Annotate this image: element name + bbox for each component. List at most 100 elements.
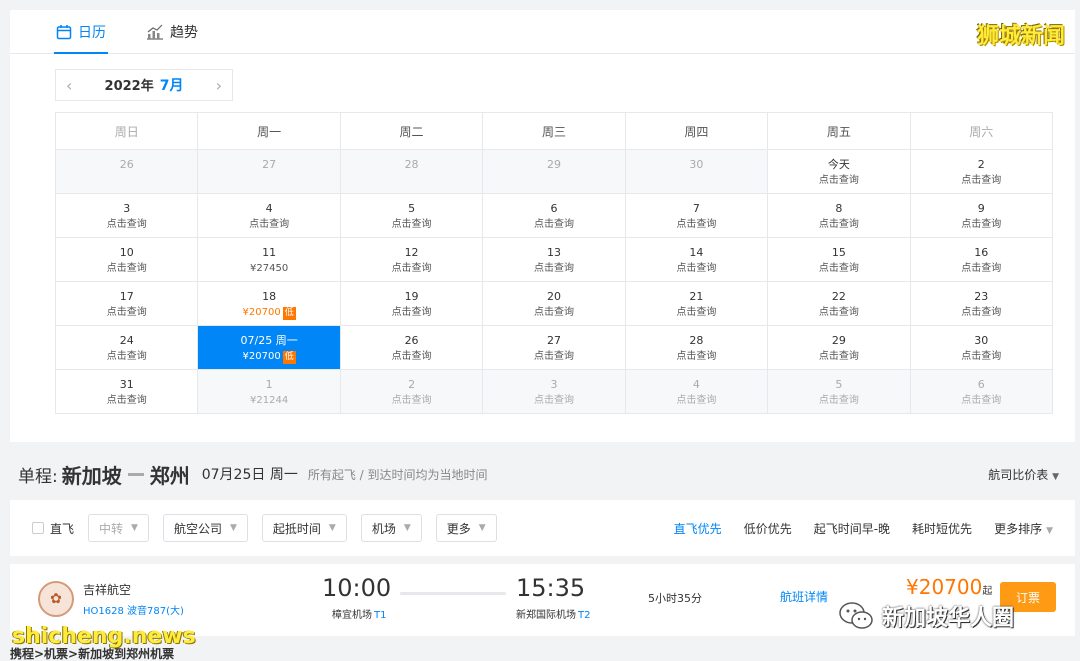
calendar-day[interactable]: 28	[340, 150, 484, 194]
calendar-day[interactable]: 21 点击查询	[625, 282, 769, 326]
calendar-day[interactable]: 28 点击查询	[625, 326, 769, 370]
calendar-day[interactable]: 11 ¥27450	[198, 238, 341, 282]
time-filter-dropdown[interactable]: 起抵时间 ▼	[261, 514, 347, 542]
prev-month-button[interactable]: ‹	[66, 76, 72, 95]
calendar-day[interactable]: 12 点击查询	[340, 238, 484, 282]
day-price-or-hint: 点击查询	[911, 217, 1052, 233]
wechat-icon	[839, 602, 873, 629]
airline-filter-label: 航空公司	[173, 521, 222, 536]
calendar-day[interactable]: 19 点击查询	[340, 282, 484, 326]
calendar-day[interactable]: 29 点击查询	[768, 326, 911, 370]
day-number: 28	[689, 334, 704, 347]
day-number: 6	[977, 378, 985, 391]
day-sub-text: 点击查询	[961, 219, 1002, 230]
calendar-day[interactable]: 今天 点击查询	[768, 150, 911, 194]
day-price-or-hint: 点击查询	[56, 305, 197, 321]
sort-shortest-duration[interactable]: 耗时短优先	[912, 520, 972, 537]
route-dash	[127, 472, 144, 476]
calendar-day[interactable]: 27	[198, 150, 341, 194]
flight-route-line	[400, 592, 506, 595]
calendar-day[interactable]: 3 点击查询	[483, 370, 626, 414]
day-sub-text: 点击查询	[533, 263, 574, 274]
calendar-day[interactable]: 26 点击查询	[340, 326, 484, 370]
watermark-group-text: 新加坡华人圈	[882, 606, 1015, 631]
calendar-day[interactable]: 5 点击查询	[768, 370, 911, 414]
trend-chart-icon	[147, 24, 163, 40]
calendar-day[interactable]: 23 点击查询	[910, 282, 1053, 326]
calendar-day[interactable]: 6 点击查询	[910, 370, 1053, 414]
calendar-day[interactable]: 29	[483, 150, 626, 194]
calendar-day[interactable]: 31 点击查询	[56, 370, 199, 414]
day-price-or-hint: 点击查询	[341, 217, 482, 233]
calendar-day[interactable]: 7 点击查询	[625, 194, 769, 238]
calendar-day-selected[interactable]: 07/25 周一 ¥20700 低	[198, 326, 341, 370]
day-price-or-hint: 点击查询	[911, 261, 1052, 277]
chevron-down-icon: ▼	[1046, 525, 1053, 536]
day-price-or-hint: 点击查询	[56, 349, 197, 365]
calendar-day[interactable]: 1 ¥21244	[198, 370, 341, 414]
calendar-day[interactable]: 20 点击查询	[483, 282, 626, 326]
day-number: 18	[262, 290, 277, 303]
chevron-down-icon: ▼	[328, 523, 336, 533]
day-number: 29	[546, 158, 561, 171]
more-sort-label: 更多排序	[994, 521, 1043, 536]
calendar-day[interactable]: 8 点击查询	[768, 194, 911, 238]
day-price-or-hint: 点击查询	[56, 261, 197, 277]
calendar-day[interactable]: 17 点击查询	[56, 282, 199, 326]
calendar-day[interactable]: 4 点击查询	[625, 370, 769, 414]
calendar-day[interactable]: 3 点击查询	[56, 194, 199, 238]
calendar-day[interactable]: 2 点击查询	[340, 370, 484, 414]
calendar-day[interactable]: 4 点击查询	[198, 194, 341, 238]
day-price-or-hint: 点击查询	[911, 173, 1052, 189]
more-sort-dropdown[interactable]: 更多排序 ▼	[994, 520, 1053, 537]
direct-only-label: 直飞	[50, 521, 75, 536]
day-sub-text: 点击查询	[818, 219, 859, 230]
lowest-price-badge: 低	[282, 351, 296, 364]
airline-compare-button[interactable]: 航司比价表 ▼	[988, 466, 1059, 483]
calendar-day[interactable]: 9 点击查询	[910, 194, 1053, 238]
watermark-wechat-group: 新加坡华人圈	[838, 600, 1014, 632]
calendar-day[interactable]: 2 点击查询	[910, 150, 1053, 194]
day-sub-text: 点击查询	[106, 263, 147, 274]
day-price-or-hint: 点击查询	[341, 261, 482, 277]
next-month-button[interactable]: ›	[216, 76, 222, 95]
tab-calendar[interactable]: 日历	[54, 22, 108, 54]
calendar-day[interactable]: 30	[625, 150, 769, 194]
departure-time: 10:00	[322, 574, 392, 602]
airport-filter-dropdown[interactable]: 机场 ▼	[360, 514, 422, 542]
flight-number[interactable]: HO1628 波音787(大)	[83, 602, 184, 617]
tab-trend[interactable]: 趋势	[146, 22, 198, 42]
calendar-day[interactable]: 6 点击查询	[483, 194, 626, 238]
calendar-day[interactable]: 24 点击查询	[56, 326, 199, 370]
calendar-day[interactable]: 22 点击查询	[768, 282, 911, 326]
calendar-day[interactable]: 15 点击查询	[768, 238, 911, 282]
sort-lowest-price[interactable]: 低价优先	[744, 520, 792, 537]
calendar-day[interactable]: 30 点击查询	[910, 326, 1053, 370]
calendar-icon	[56, 25, 72, 40]
calendar-day[interactable]: 13 点击查询	[483, 238, 626, 282]
transfer-filter-dropdown[interactable]: 中转 ▼	[88, 514, 149, 542]
calendar-day[interactable]: 18 ¥20700 低	[198, 282, 341, 326]
airline-filter-dropdown[interactable]: 航空公司 ▼	[162, 514, 248, 542]
direct-only-checkbox[interactable]: 直飞	[32, 520, 74, 537]
day-number: 2	[408, 378, 416, 391]
calendar-day[interactable]: 5 点击查询	[340, 194, 484, 238]
day-sub-text: 点击查询	[961, 395, 1002, 406]
day-number: 2	[977, 158, 985, 171]
flight-details-link[interactable]: 航班详情	[780, 588, 828, 605]
calendar-day[interactable]: 10 点击查询	[56, 238, 199, 282]
calendar-day[interactable]: 16 点击查询	[910, 238, 1053, 282]
sort-departure-time[interactable]: 起飞时间早-晚	[814, 520, 890, 537]
day-price-or-hint: 点击查询	[483, 305, 624, 321]
day-sub-text: 点击查询	[391, 307, 432, 318]
year-text: 2022年	[104, 79, 154, 94]
sort-direct-first[interactable]: 直飞优先	[674, 520, 722, 537]
lowest-price-badge: 低	[282, 307, 296, 320]
calendar-day[interactable]: 27 点击查询	[483, 326, 626, 370]
more-filter-dropdown[interactable]: 更多 ▼	[435, 514, 497, 542]
day-sub-text: 点击查询	[818, 175, 859, 186]
calendar-day[interactable]: 26	[56, 150, 199, 194]
day-number: 29	[831, 334, 846, 347]
calendar-day[interactable]: 14 点击查询	[625, 238, 769, 282]
day-price-or-hint: ¥21244	[198, 393, 339, 409]
